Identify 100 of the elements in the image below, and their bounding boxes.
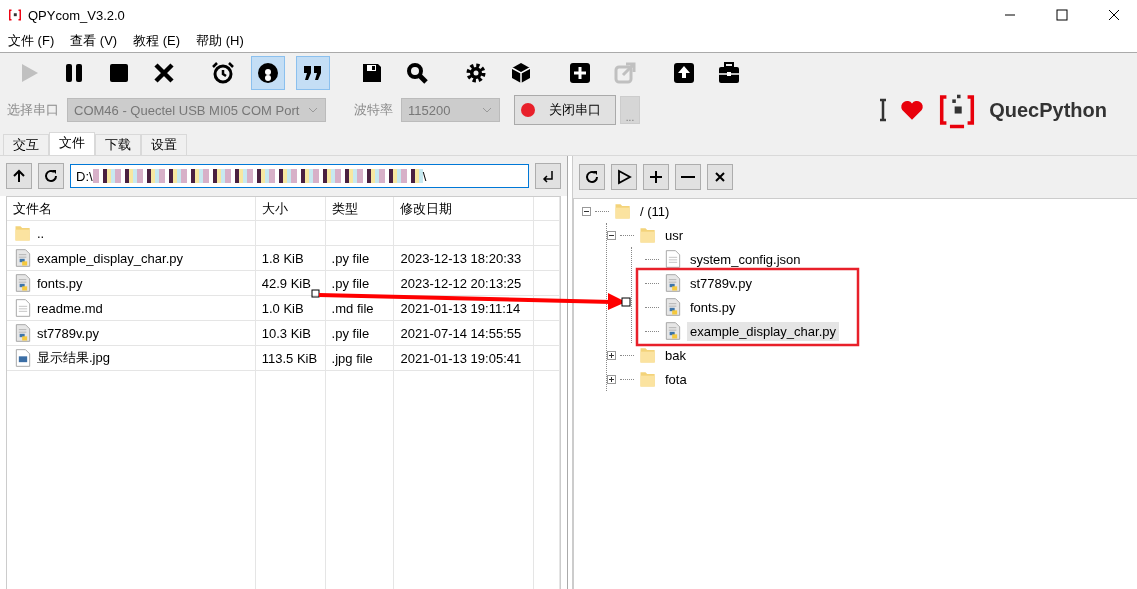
menu-item[interactable]: 教程 (E): [125, 30, 189, 52]
tree-item[interactable]: example_display_char.py: [687, 321, 839, 341]
export-icon: [613, 61, 637, 85]
baud-label: 波特率: [354, 101, 393, 119]
menu-item[interactable]: 帮助 (H): [188, 30, 252, 52]
text-file-icon: [13, 298, 33, 318]
tree-item[interactable]: fota: [662, 369, 690, 389]
delete-button[interactable]: [707, 164, 733, 190]
close-port-button[interactable]: 关闭串口: [514, 95, 616, 125]
modified-date: 2023-12-12 20:13:25: [400, 275, 522, 291]
folder-icon: [13, 223, 33, 243]
refresh-button[interactable]: [38, 163, 64, 189]
column-header[interactable]: 大小: [255, 197, 326, 221]
folder-icon: [613, 201, 633, 221]
path-text: D:\: [76, 168, 93, 184]
toolbar-button[interactable]: [251, 56, 285, 90]
folder-icon: [638, 345, 658, 365]
file-type: .md file: [331, 300, 374, 316]
up-arrow-icon: [11, 168, 27, 184]
column-header[interactable]: 文件名: [7, 197, 256, 221]
file-size: 113.5 KiB: [261, 350, 318, 366]
plus-icon: [568, 61, 592, 85]
expand-toggle[interactable]: [607, 350, 616, 360]
file-name[interactable]: readme.md: [37, 300, 103, 316]
column-header[interactable]: 类型: [325, 197, 394, 221]
add-button[interactable]: [643, 164, 669, 190]
path-field[interactable]: D:\ \: [70, 164, 529, 188]
port-label: 选择串口: [7, 101, 59, 119]
folder-icon: [638, 225, 658, 245]
file-name[interactable]: ..: [37, 225, 45, 241]
modified-date: 2021-01-13 19:11:14: [400, 300, 521, 316]
file-type: .jpg file: [331, 350, 373, 366]
collapse-toggle[interactable]: [582, 206, 591, 216]
run-button[interactable]: [611, 164, 637, 190]
modified-date: 2023-12-13 18:20:33: [400, 250, 522, 266]
tree-item[interactable]: system_config.json: [687, 249, 804, 269]
file-name[interactable]: 显示结果.jpg: [37, 349, 110, 367]
python-file-icon: [663, 273, 683, 293]
modified-date: 2021-01-13 19:05:41: [400, 350, 522, 366]
search-icon: [405, 61, 429, 85]
collapse-toggle[interactable]: [607, 230, 616, 240]
menu-item[interactable]: 查看 (V): [62, 30, 126, 52]
toolbar-button[interactable]: [296, 56, 330, 90]
window-title: QPYcom_V3.2.0: [28, 7, 125, 23]
python-file-icon: [663, 321, 683, 341]
python-file-icon: [13, 323, 33, 343]
maximize-icon: [1056, 9, 1068, 21]
column-header[interactable]: 修改日期: [394, 197, 534, 221]
file-name[interactable]: st7789v.py: [37, 325, 99, 341]
tab[interactable]: 文件: [49, 132, 95, 155]
python-file-icon: [13, 248, 33, 268]
cube-icon: [509, 61, 533, 85]
remove-button[interactable]: [675, 164, 701, 190]
play-icon: [616, 169, 632, 185]
tree-item[interactable]: usr: [662, 225, 687, 245]
tab[interactable]: 交互: [3, 134, 49, 155]
python-file-icon: [13, 273, 33, 293]
file-name[interactable]: fonts.py: [37, 275, 83, 291]
tab[interactable]: 下载: [95, 134, 141, 155]
text-cursor-icon: [879, 98, 888, 122]
menu-item[interactable]: 文件 (F): [0, 30, 63, 52]
refresh-icon: [584, 169, 600, 185]
gear-icon: [464, 61, 488, 85]
folder-icon: [638, 369, 658, 389]
toolbox-icon: [717, 61, 741, 85]
python-file-icon: [663, 297, 683, 317]
minus-icon: [681, 176, 695, 178]
refresh-icon: [43, 168, 59, 184]
up-button[interactable]: [6, 163, 32, 189]
refresh-button[interactable]: [579, 164, 605, 190]
close-icon: [1108, 9, 1120, 21]
expand-toggle[interactable]: [607, 374, 616, 384]
file-size: 42.9 KiB: [261, 275, 311, 291]
file-size: 10.3 KiB: [261, 325, 311, 341]
text-file-icon: [663, 249, 683, 269]
app-logo-icon: [8, 8, 22, 22]
upload-icon: [672, 61, 696, 85]
file-size: 1.0 KiB: [261, 300, 304, 316]
image-file-icon: [13, 348, 33, 368]
file-name[interactable]: example_display_char.py: [37, 250, 183, 266]
tree-item[interactable]: / (11): [637, 201, 673, 221]
brand-name: QuecPython: [989, 98, 1107, 122]
tab[interactable]: 设置: [141, 134, 187, 155]
file-size: 1.8 KiB: [261, 250, 304, 266]
tree-item[interactable]: fonts.py: [687, 297, 739, 317]
file-type: .py file: [331, 250, 370, 266]
close-icon: [152, 61, 176, 85]
enter-icon: [540, 168, 556, 184]
alarm-clock-icon: [211, 61, 235, 85]
file-type: .py file: [331, 275, 370, 291]
round-badge-icon: [256, 61, 280, 85]
file-type: .py file: [331, 325, 370, 341]
enter-button[interactable]: [535, 163, 561, 189]
plus-icon: [648, 169, 664, 185]
save-icon: [360, 61, 384, 85]
tree-item[interactable]: st7789v.py: [687, 273, 755, 293]
tree-item[interactable]: bak: [662, 345, 689, 365]
stop-icon: [107, 61, 131, 85]
modified-date: 2021-07-14 14:55:55: [400, 325, 522, 341]
path-text: \: [422, 168, 427, 184]
